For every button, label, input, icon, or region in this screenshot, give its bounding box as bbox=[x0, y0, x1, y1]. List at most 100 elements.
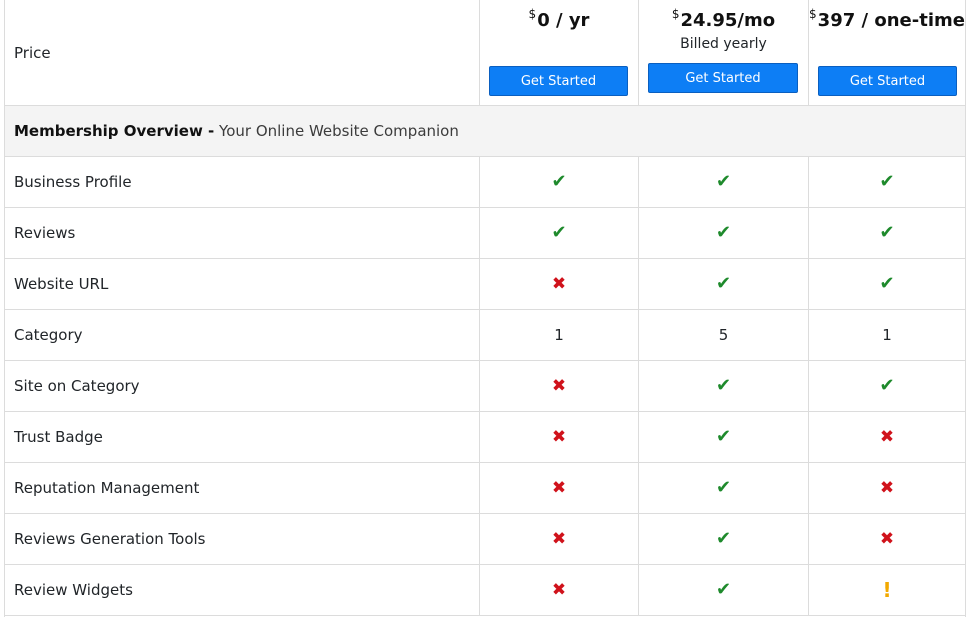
category-count: 1 bbox=[882, 326, 892, 344]
feature-name: Website URL bbox=[14, 275, 109, 293]
table-row: Reviews ✔ ✔ ✔ bbox=[5, 208, 965, 259]
price-value: 24.95/mo bbox=[680, 10, 776, 31]
cross-icon: ✖ bbox=[879, 477, 895, 498]
feature-name: Business Profile bbox=[14, 173, 132, 191]
check-icon: ✔ bbox=[879, 273, 895, 294]
table-row: Business Profile ✔ ✔ ✔ bbox=[5, 157, 965, 208]
cross-icon: ✖ bbox=[551, 375, 567, 396]
feature-label-cell: Category bbox=[5, 310, 479, 360]
get-started-onetime-button[interactable]: Get Started bbox=[818, 66, 957, 96]
feature-value-cell: ✖ bbox=[479, 565, 638, 615]
table-row: Site on Category ✖ ✔ ✔ bbox=[5, 361, 965, 412]
feature-label-cell: Website URL bbox=[5, 259, 479, 309]
feature-value-cell: ✔ bbox=[638, 565, 808, 615]
feature-value-cell: ✖ bbox=[808, 463, 965, 513]
feature-value-cell: ✖ bbox=[808, 514, 965, 564]
feature-label-cell: Trust Badge bbox=[5, 412, 479, 462]
get-started-monthly-button[interactable]: Get Started bbox=[648, 63, 798, 93]
feature-label-cell: Reviews bbox=[5, 208, 479, 258]
check-icon: ✔ bbox=[715, 273, 732, 294]
currency-symbol: $ bbox=[809, 7, 817, 21]
cross-icon: ✖ bbox=[879, 426, 895, 447]
section-title: Membership Overview - bbox=[14, 122, 215, 140]
plan-monthly-price: $24.95/mo bbox=[671, 7, 776, 31]
check-icon: ✔ bbox=[879, 222, 895, 243]
feature-value-cell: ✔ bbox=[808, 259, 965, 309]
feature-name: Trust Badge bbox=[14, 428, 103, 446]
feature-value-cell: ✔ bbox=[479, 208, 638, 258]
feature-value-cell: ✔ bbox=[638, 514, 808, 564]
feature-value-cell: ✖ bbox=[479, 361, 638, 411]
feature-value-cell: ✔ bbox=[638, 208, 808, 258]
cross-icon: ✖ bbox=[551, 426, 567, 447]
table-row: Reviews Generation Tools ✖ ✔ ✖ bbox=[5, 514, 965, 565]
feature-value-cell: ✖ bbox=[479, 463, 638, 513]
feature-value-cell: 1 bbox=[808, 310, 965, 360]
plan-free-header: $0 / yr Get Started bbox=[479, 0, 638, 105]
table-row: Trust Badge ✖ ✔ ✖ bbox=[5, 412, 965, 463]
feature-label-cell: Review Widgets bbox=[5, 565, 479, 615]
plan-free-price: $0 / yr bbox=[528, 7, 590, 31]
get-started-free-button[interactable]: Get Started bbox=[489, 66, 628, 96]
check-icon: ✔ bbox=[715, 222, 732, 243]
plan-onetime-price: $397 / one-time bbox=[809, 7, 965, 31]
feature-value-cell: ✔ bbox=[808, 208, 965, 258]
check-icon: ✔ bbox=[551, 171, 567, 192]
category-count: 5 bbox=[718, 326, 729, 344]
category-count: 1 bbox=[554, 326, 564, 344]
feature-value-cell: ✔ bbox=[638, 463, 808, 513]
section-header-cell: Membership Overview - Your Online Websit… bbox=[5, 106, 965, 156]
currency-symbol: $ bbox=[528, 7, 537, 21]
check-icon: ✔ bbox=[879, 375, 895, 396]
check-icon: ✔ bbox=[715, 528, 732, 549]
section-subtitle: Your Online Website Companion bbox=[219, 122, 459, 140]
feature-value-cell: ✔ bbox=[808, 157, 965, 207]
price-value: 397 / one-time bbox=[817, 10, 965, 31]
check-icon: ✔ bbox=[879, 171, 895, 192]
cross-icon: ✖ bbox=[551, 528, 567, 549]
check-icon: ✔ bbox=[715, 426, 732, 447]
feature-value-cell: ✔ bbox=[638, 412, 808, 462]
feature-value-cell: ✔ bbox=[638, 157, 808, 207]
feature-value-cell: ! bbox=[808, 565, 965, 615]
check-icon: ✔ bbox=[715, 171, 732, 192]
price-label-cell: Price bbox=[5, 0, 479, 105]
feature-value-cell: ✔ bbox=[808, 361, 965, 411]
cross-icon: ✖ bbox=[551, 477, 567, 498]
cross-icon: ✖ bbox=[551, 579, 567, 600]
feature-name: Review Widgets bbox=[14, 581, 133, 599]
feature-value-cell: ✖ bbox=[479, 412, 638, 462]
check-icon: ✔ bbox=[715, 579, 732, 600]
cross-icon: ✖ bbox=[551, 273, 567, 294]
feature-name: Reputation Management bbox=[14, 479, 200, 497]
feature-name: Reviews Generation Tools bbox=[14, 530, 206, 548]
feature-value-cell: 5 bbox=[638, 310, 808, 360]
table-row: Review Widgets ✖ ✔! bbox=[5, 565, 965, 616]
feature-value-cell: ✖ bbox=[479, 514, 638, 564]
feature-value-cell: ✔ bbox=[638, 361, 808, 411]
section-header-row: Membership Overview - Your Online Websit… bbox=[5, 106, 965, 157]
check-icon: ✔ bbox=[715, 477, 732, 498]
feature-name: Reviews bbox=[14, 224, 76, 242]
plan-onetime-header: $397 / one-time Get Started bbox=[808, 0, 965, 105]
check-icon: ✔ bbox=[715, 375, 732, 396]
table-row: Category 1 5 1 bbox=[5, 310, 965, 361]
plan-monthly-header: $24.95/mo Billed yearly Get Started bbox=[638, 0, 808, 105]
billing-note: Billed yearly bbox=[680, 36, 767, 52]
feature-value-cell: ✖ bbox=[479, 259, 638, 309]
currency-symbol: $ bbox=[671, 7, 680, 21]
price-label: Price bbox=[14, 43, 51, 62]
price-value: 0 / yr bbox=[537, 10, 590, 31]
feature-value-cell: ✔ bbox=[479, 157, 638, 207]
feature-label-cell: Reviews Generation Tools bbox=[5, 514, 479, 564]
feature-label-cell: Reputation Management bbox=[5, 463, 479, 513]
feature-value-cell: ✔ bbox=[638, 259, 808, 309]
feature-name: Site on Category bbox=[14, 377, 140, 395]
feature-label-cell: Site on Category bbox=[5, 361, 479, 411]
check-icon: ✔ bbox=[551, 222, 567, 243]
table-row: Website URL ✖ ✔ ✔ bbox=[5, 259, 965, 310]
warning-icon: ! bbox=[882, 578, 892, 602]
table-row: Reputation Management ✖ ✔ ✖ bbox=[5, 463, 965, 514]
cross-icon: ✖ bbox=[879, 528, 895, 549]
feature-value-cell: ✖ bbox=[808, 412, 965, 462]
